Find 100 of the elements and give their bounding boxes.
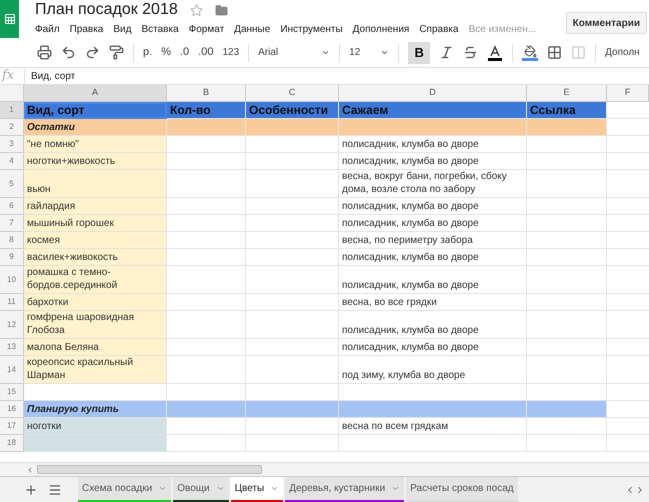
- row-number[interactable]: 4: [0, 153, 24, 170]
- sheet-tab[interactable]: Деревья, кустарники: [285, 476, 404, 502]
- row-number[interactable]: 5: [0, 170, 24, 198]
- save-status: Все изменен...: [468, 22, 536, 36]
- column-header[interactable]: E: [527, 85, 607, 102]
- paint-format-icon[interactable]: [109, 45, 124, 60]
- redo-icon[interactable]: [85, 45, 100, 60]
- percent-button[interactable]: %: [161, 44, 171, 61]
- table-cell: Ссылка: [527, 102, 607, 119]
- increase-decimals-button[interactable]: .00: [198, 44, 214, 61]
- table-cell: Сажаем: [339, 102, 527, 119]
- sheet-tab[interactable]: Расчеты сроков посад: [406, 476, 518, 502]
- row-number[interactable]: 15: [0, 384, 24, 401]
- table-cell: ромашка с темно-бордов.серединкой: [24, 266, 167, 294]
- app-logo-icon[interactable]: [0, 0, 19, 38]
- menu-item[interactable]: Файл: [35, 22, 60, 36]
- table-cell: вьюн: [24, 170, 167, 198]
- table-cell: Остатки: [24, 119, 167, 136]
- row-number[interactable]: 8: [0, 232, 24, 249]
- table-cell: Кол-во: [167, 102, 246, 119]
- menu-item[interactable]: Формат: [188, 22, 224, 36]
- table-cell: Особенности: [246, 102, 339, 119]
- table-cell: гайлардия: [24, 198, 167, 215]
- font-dropdown[interactable]: Arial: [258, 45, 330, 60]
- row-number[interactable]: 3: [0, 136, 24, 153]
- table-cell: мышиный горошек: [24, 215, 167, 232]
- sheet-list-icon[interactable]: [48, 482, 62, 496]
- table-cell: весна по всем грядкам: [339, 418, 527, 435]
- horizontal-scrollbar[interactable]: [37, 465, 262, 474]
- text-color-icon[interactable]: [487, 44, 504, 60]
- menu-item[interactable]: Данные: [234, 22, 270, 36]
- table-cell: полисадник, клумба во дворе: [339, 198, 527, 215]
- scroll-left-icon[interactable]: [26, 466, 34, 474]
- column-header[interactable]: B: [167, 85, 246, 102]
- table-cell: ноготки: [24, 418, 167, 435]
- table-cell: полисадник, клумба во дворе: [339, 339, 527, 356]
- menu-item[interactable]: Справка: [419, 22, 459, 36]
- decrease-decimals-button[interactable]: .0: [180, 44, 190, 61]
- menu-item[interactable]: Правка: [70, 22, 104, 36]
- row-number[interactable]: 10: [0, 266, 24, 294]
- row-number[interactable]: 11: [0, 294, 24, 311]
- table-cell: Вид, сорт: [24, 102, 167, 119]
- borders-icon[interactable]: [547, 45, 562, 60]
- formula-field[interactable]: Вид, сорт: [24, 68, 649, 84]
- print-icon[interactable]: [37, 45, 52, 60]
- dropdown-caret-icon: [321, 48, 330, 57]
- menu-item[interactable]: Вставка: [141, 22, 179, 36]
- table-cell: под зиму, клумба во дворе: [339, 356, 527, 384]
- row-number[interactable]: 9: [0, 249, 24, 266]
- row-number[interactable]: 13: [0, 339, 24, 356]
- table-cell: весна, во все грядки: [339, 294, 527, 311]
- currency-button[interactable]: р.: [143, 44, 152, 61]
- sheet-tab[interactable]: Цветы: [230, 476, 284, 502]
- row-number[interactable]: 14: [0, 356, 24, 384]
- row-number[interactable]: 12: [0, 311, 24, 339]
- formula-icon: fx: [0, 66, 24, 86]
- star-icon[interactable]: [190, 4, 203, 16]
- column-header[interactable]: D: [339, 85, 527, 102]
- table-cell: Планирую купить: [24, 401, 167, 418]
- column-header[interactable]: F: [607, 85, 649, 102]
- font-size-dropdown[interactable]: 12: [349, 45, 390, 60]
- table-cell: полисадник, клумба во дворе: [339, 266, 527, 294]
- table-cell: бархотки: [24, 294, 167, 311]
- italic-icon[interactable]: [439, 45, 454, 60]
- number-format-button[interactable]: 123: [222, 45, 240, 60]
- table-cell: "не помню": [24, 136, 167, 153]
- menu-item[interactable]: Вид: [113, 22, 132, 36]
- dropdown-caret-icon: [380, 48, 390, 57]
- table-cell: полисадник, клумба во дворе: [339, 311, 527, 339]
- fill-color-icon[interactable]: [522, 44, 538, 60]
- undo-icon[interactable]: [61, 45, 76, 60]
- table-cell: гомфрена шаровидная Глобоза: [24, 311, 167, 339]
- column-header[interactable]: C: [246, 85, 339, 102]
- bold-button[interactable]: B: [408, 42, 430, 64]
- table-cell: полисадник, клумба во дворе: [339, 153, 527, 170]
- more-button[interactable]: Дополн: [605, 45, 640, 60]
- strikethrough-icon[interactable]: [463, 45, 478, 60]
- table-cell: василек+живокость: [24, 249, 167, 266]
- table-cell: весна, по периметру забора: [339, 232, 527, 249]
- table-cell: полисадник, клумба во дворе: [339, 136, 527, 153]
- table-cell: весна, вокруг бани, погребки, сбоку дома, возле стола по забору: [339, 170, 527, 198]
- document-title[interactable]: План посадок 2018: [35, 0, 178, 22]
- folder-icon[interactable]: [214, 4, 228, 16]
- column-header[interactable]: A: [24, 85, 167, 102]
- table-cell: кореопсис красильный Шарман: [24, 356, 167, 384]
- sheet-tab[interactable]: Схема посадки: [78, 476, 172, 502]
- row-number[interactable]: 18: [0, 435, 24, 452]
- table-cell: малопа Беляна: [24, 339, 167, 356]
- row-number[interactable]: 7: [0, 215, 24, 232]
- row-number[interactable]: 17: [0, 418, 24, 435]
- add-sheet-icon[interactable]: [24, 482, 38, 496]
- row-number[interactable]: 6: [0, 198, 24, 215]
- menu-item[interactable]: Дополнения: [352, 22, 410, 36]
- comments-button[interactable]: Комментарии: [566, 12, 647, 34]
- row-number[interactable]: 1: [0, 102, 24, 119]
- row-number[interactable]: 2: [0, 119, 24, 136]
- row-number[interactable]: 16: [0, 401, 24, 418]
- menu-item[interactable]: Инструменты: [280, 22, 343, 36]
- sheet-tab[interactable]: Овощи: [173, 476, 229, 502]
- table-cell: космея: [24, 232, 167, 249]
